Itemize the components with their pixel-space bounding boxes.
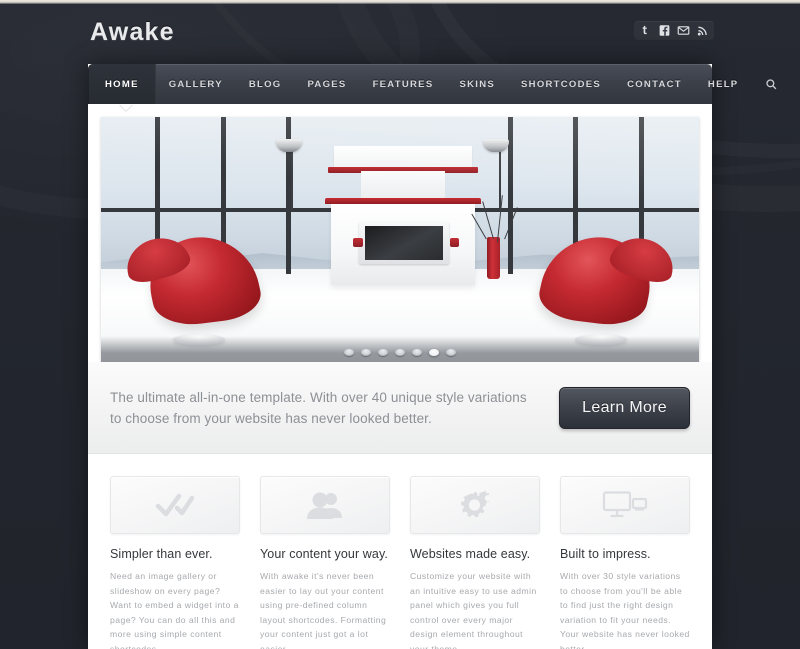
nav-item-features[interactable]: FEATURES bbox=[360, 64, 447, 104]
search-icon[interactable] bbox=[751, 64, 798, 104]
nav-item-label: SHORTCODES bbox=[521, 78, 602, 90]
slider-dot-5[interactable] bbox=[412, 349, 422, 356]
twitter-icon[interactable] bbox=[639, 24, 652, 37]
features-row: Simpler than ever. Need an image gallery… bbox=[88, 454, 712, 649]
page-root: Awake HOME GALLERY BLOG PAGES FEATURES S… bbox=[0, 0, 800, 649]
nav-item-help[interactable]: HELP bbox=[695, 64, 752, 104]
slider-dot-3[interactable] bbox=[378, 349, 388, 356]
tv-red-tab bbox=[353, 238, 363, 248]
nav-item-skins[interactable]: SKINS bbox=[446, 64, 508, 104]
nav-item-contact[interactable]: CONTACT bbox=[614, 64, 695, 104]
nav-item-label: HELP bbox=[707, 78, 739, 90]
nav-item-label: FEATURES bbox=[372, 78, 434, 90]
main-navigation: HOME GALLERY BLOG PAGES FEATURES SKINS S… bbox=[88, 64, 777, 111]
slider-dot-1[interactable] bbox=[344, 349, 354, 356]
feature-body: Need an image gallery or slideshow on ev… bbox=[110, 571, 239, 649]
red-vase bbox=[486, 237, 500, 280]
gears-icon[interactable] bbox=[410, 476, 540, 534]
feature-body: With over 30 style variations to choose … bbox=[560, 571, 690, 649]
hero-slider[interactable] bbox=[101, 117, 699, 362]
active-tab-pointer bbox=[119, 104, 133, 111]
feature-column-1: Simpler than ever. Need an image gallery… bbox=[110, 476, 240, 649]
feature-title: Your content your way. bbox=[260, 547, 388, 561]
feature-title: Simpler than ever. bbox=[110, 547, 213, 561]
nav-item-label: HOME bbox=[105, 78, 139, 90]
slider-dot-2[interactable] bbox=[361, 349, 371, 356]
nav-item-gallery[interactable]: GALLERY bbox=[156, 64, 236, 104]
feature-title: Built to impress. bbox=[560, 547, 651, 561]
nav-item-label: SKINS bbox=[459, 78, 496, 90]
nav-item-label: BLOG bbox=[248, 78, 282, 90]
nav-item-blog[interactable]: BLOG bbox=[236, 64, 295, 104]
nav-item-label: CONTACT bbox=[627, 78, 682, 90]
feature-body: Customize your website with an intuitive… bbox=[410, 571, 537, 649]
email-icon[interactable] bbox=[677, 24, 690, 37]
users-icon[interactable] bbox=[260, 476, 390, 534]
media-unit-column bbox=[361, 170, 445, 198]
chair-base-left bbox=[172, 333, 225, 345]
learn-more-button[interactable]: Learn More bbox=[559, 386, 690, 429]
tv-screen bbox=[365, 226, 444, 260]
feature-body: With awake it's never been easier to lay… bbox=[260, 571, 387, 649]
slider-pagination bbox=[344, 349, 456, 356]
checkmarks-icon[interactable] bbox=[110, 476, 240, 534]
devices-icon[interactable] bbox=[560, 476, 690, 534]
nav-item-label: GALLERY bbox=[168, 78, 223, 90]
media-unit-top bbox=[334, 146, 472, 169]
rss-icon[interactable] bbox=[696, 24, 709, 37]
tagline-band: The ultimate all-in-one template. With o… bbox=[88, 362, 712, 454]
nav-item-label: PAGES bbox=[307, 78, 347, 90]
slider-dot-7[interactable] bbox=[446, 349, 456, 356]
tv-red-tab bbox=[449, 238, 460, 248]
slider-dot-4[interactable] bbox=[395, 349, 405, 356]
nav-item-home[interactable]: HOME bbox=[88, 64, 156, 104]
site-header: Awake bbox=[0, 0, 800, 64]
feature-title: Websites made easy. bbox=[410, 547, 531, 561]
site-logo[interactable]: Awake bbox=[90, 18, 175, 47]
content-wrapper: HOME GALLERY BLOG PAGES FEATURES SKINS S… bbox=[88, 64, 777, 649]
chair-base-right bbox=[575, 333, 628, 345]
feature-column-4: Built to impress. With over 30 style var… bbox=[560, 476, 690, 649]
nav-item-pages[interactable]: PAGES bbox=[295, 64, 360, 104]
tagline-text: The ultimate all-in-one template. With o… bbox=[110, 389, 527, 426]
feature-column-2: Your content your way. With awake it's n… bbox=[260, 476, 390, 649]
slider-dot-6[interactable] bbox=[429, 349, 439, 356]
facebook-icon[interactable] bbox=[658, 24, 671, 37]
feature-column-3: Websites made easy. Customize your websi… bbox=[410, 476, 540, 649]
social-links bbox=[634, 21, 714, 40]
hero-image bbox=[101, 117, 699, 362]
nav-item-shortcodes[interactable]: SHORTCODES bbox=[508, 64, 614, 104]
